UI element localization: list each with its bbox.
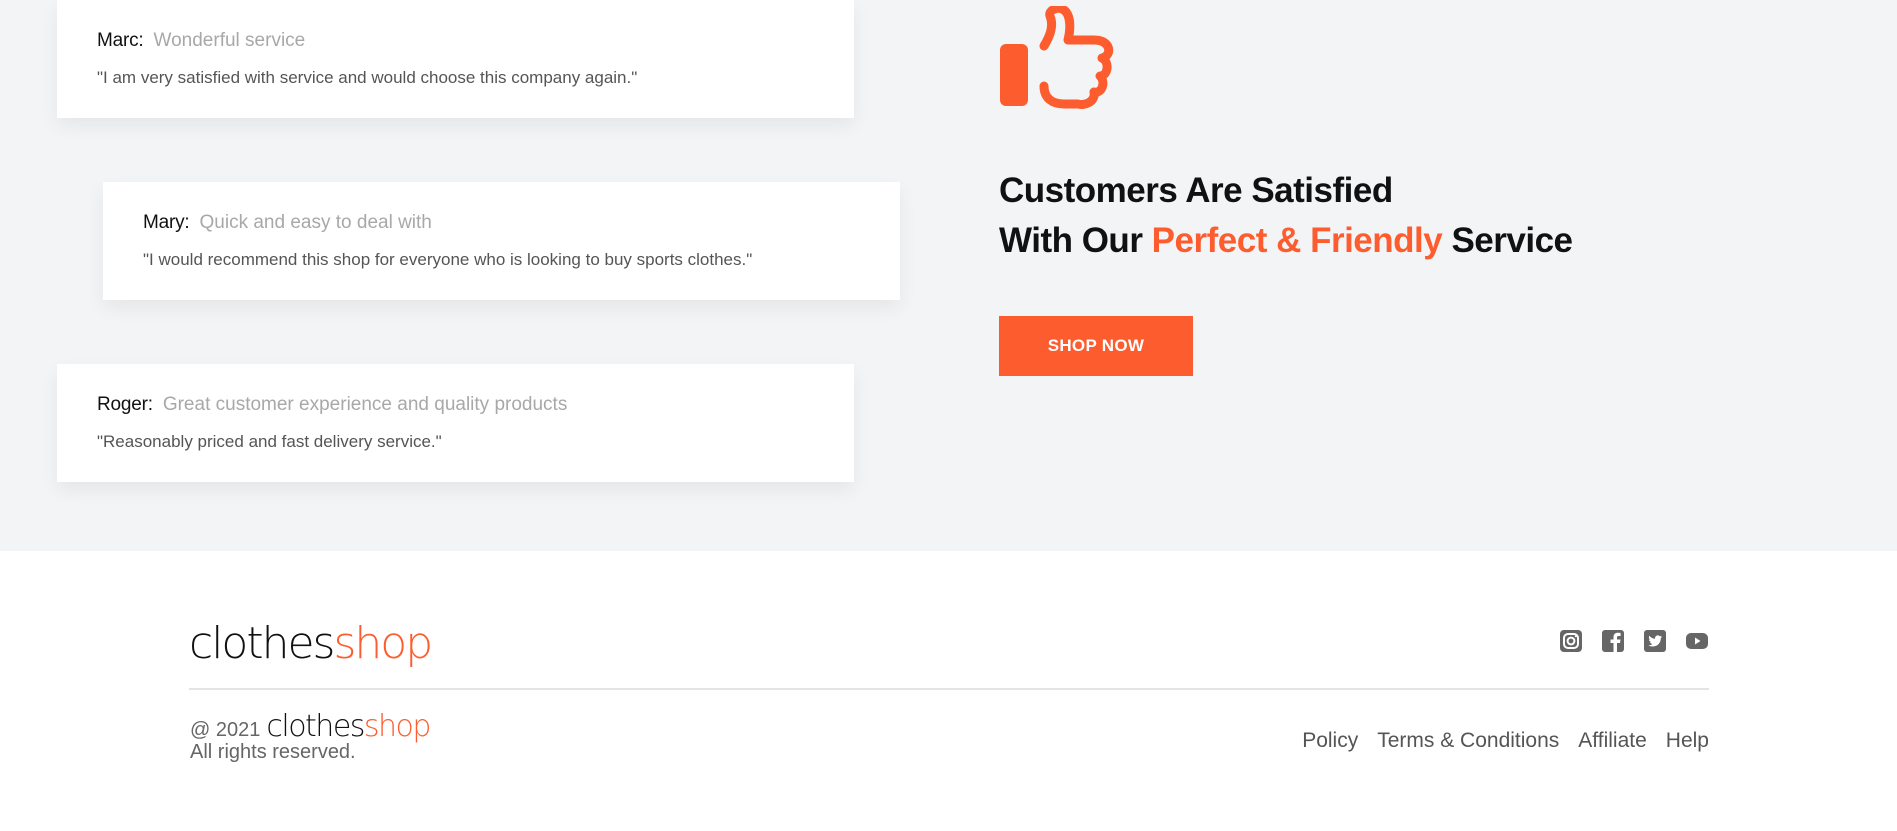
review-card: Mary: Quick and easy to deal with "I wou…: [103, 182, 900, 300]
review-quote: "I would recommend this shop for everyon…: [143, 250, 753, 269]
testimonials-section: Marc: Wonderful service "I am very satis…: [0, 0, 1897, 551]
rights-text: All rights reserved.: [190, 741, 356, 763]
policy-link[interactable]: Policy: [1302, 729, 1358, 753]
footer-links: Policy Terms & Conditions Affiliate Help: [1302, 729, 1709, 753]
copyright: @ 2021 clothesshop All rights reserved.: [190, 709, 431, 764]
affiliate-link[interactable]: Affiliate: [1578, 729, 1647, 753]
review-card: Roger: Great customer experience and qua…: [57, 364, 854, 482]
headline: Customers Are Satisfied With Our Perfect…: [999, 166, 1573, 266]
instagram-icon[interactable]: [1559, 629, 1583, 653]
review-card: Marc: Wonderful service "I am very satis…: [57, 0, 854, 118]
review-title: Wonderful service: [153, 30, 306, 51]
youtube-icon[interactable]: [1685, 629, 1709, 653]
thumbs-up-icon: [1000, 6, 1114, 109]
review-quote: "I am very satisfied with service and wo…: [97, 68, 638, 87]
help-link[interactable]: Help: [1666, 729, 1709, 753]
headline-line2-suffix: Service: [1442, 221, 1573, 260]
shop-now-button[interactable]: SHOP NOW: [999, 316, 1193, 376]
review-title: Great customer experience and quality pr…: [162, 394, 568, 415]
copyright-logo: clothesshop: [266, 709, 431, 744]
footer-divider: [189, 688, 1709, 690]
facebook-icon[interactable]: [1601, 629, 1625, 653]
social-links: [1559, 629, 1709, 653]
review-quote: "Reasonably priced and fast delivery ser…: [97, 432, 442, 451]
headline-accent: Perfect & Friendly: [1151, 221, 1443, 260]
headline-line1: Customers Are Satisfied: [999, 171, 1393, 210]
reviewer-name: Marc:: [97, 30, 144, 51]
footer: clothesshop @ 2021 clothesshop All right…: [0, 551, 1897, 831]
terms-link[interactable]: Terms & Conditions: [1377, 729, 1559, 753]
twitter-icon[interactable]: [1643, 629, 1667, 653]
review-title: Quick and easy to deal with: [199, 212, 432, 233]
reviewer-name: Mary:: [143, 212, 190, 233]
copyright-year: @ 2021: [190, 719, 261, 741]
footer-logo[interactable]: clothesshop: [189, 618, 433, 669]
headline-line2-prefix: With Our: [999, 221, 1152, 260]
reviewer-name: Roger:: [97, 394, 153, 415]
